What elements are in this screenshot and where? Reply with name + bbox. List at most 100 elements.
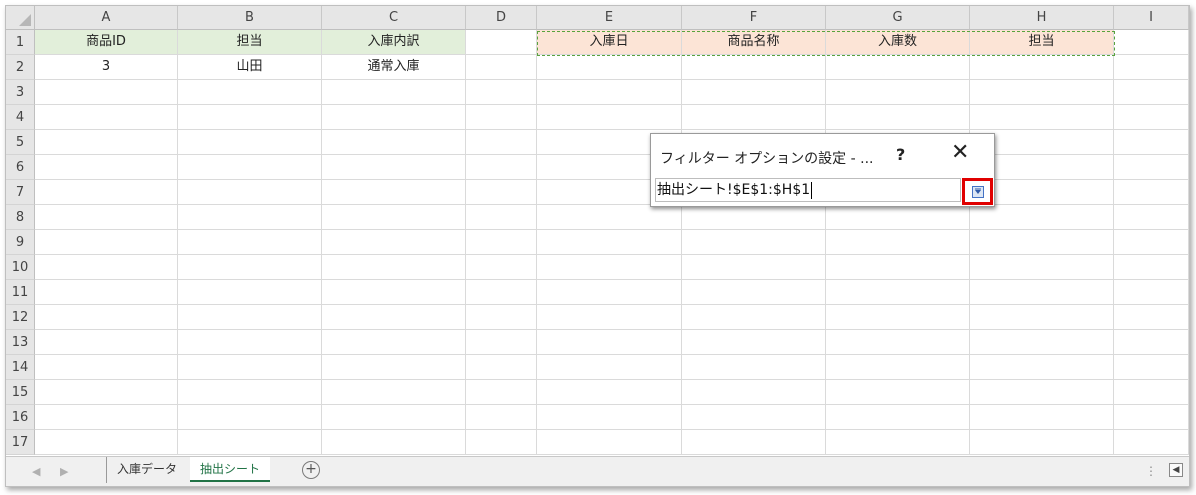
cell-e13[interactable] [537,330,682,355]
cell-g9[interactable] [826,230,970,255]
add-sheet-button[interactable]: + [302,461,320,479]
cell-g17[interactable] [826,430,970,455]
cell-f11[interactable] [682,280,826,305]
row-header-15[interactable]: 15 [6,380,35,405]
cell-e9[interactable] [537,230,682,255]
cell-a8[interactable] [35,205,178,230]
cell-a17[interactable] [35,430,178,455]
row-header-1[interactable]: 1 [6,30,35,55]
cell-i7[interactable] [1114,180,1189,205]
cell-b4[interactable] [178,105,322,130]
cell-i4[interactable] [1114,105,1189,130]
cell-g12[interactable] [826,305,970,330]
cell-d2[interactable] [466,55,537,80]
cell-f10[interactable] [682,255,826,280]
cell-d16[interactable] [466,405,537,430]
cell-d1[interactable] [466,30,537,55]
cell-e1[interactable]: 入庫日 [537,30,682,55]
cell-g14[interactable] [826,355,970,380]
row-header-4[interactable]: 4 [6,105,35,130]
column-header-d[interactable]: D [466,6,537,30]
cell-b6[interactable] [178,155,322,180]
cell-g15[interactable] [826,380,970,405]
column-header-i[interactable]: I [1114,6,1189,30]
cell-a1[interactable]: 商品ID [35,30,178,55]
column-header-g[interactable]: G [826,6,970,30]
cell-a7[interactable] [35,180,178,205]
column-header-h[interactable]: H [970,6,1114,30]
cell-h14[interactable] [970,355,1114,380]
cell-g11[interactable] [826,280,970,305]
cell-a9[interactable] [35,230,178,255]
cell-e11[interactable] [537,280,682,305]
cell-g13[interactable] [826,330,970,355]
cell-f15[interactable] [682,380,826,405]
cell-g2[interactable] [826,55,970,80]
cell-b5[interactable] [178,130,322,155]
cell-c17[interactable] [322,430,466,455]
cell-d12[interactable] [466,305,537,330]
cell-b10[interactable] [178,255,322,280]
cell-b11[interactable] [178,280,322,305]
row-header-14[interactable]: 14 [6,355,35,380]
row-header-2[interactable]: 2 [6,55,35,80]
row-header-16[interactable]: 16 [6,405,35,430]
cell-d9[interactable] [466,230,537,255]
cell-e3[interactable] [537,80,682,105]
cell-i1[interactable] [1114,30,1189,55]
cell-f16[interactable] [682,405,826,430]
column-header-b[interactable]: B [178,6,322,30]
cell-f8[interactable] [682,205,826,230]
next-sheet-arrow-icon[interactable]: ▶ [60,465,68,478]
cell-i14[interactable] [1114,355,1189,380]
cell-c14[interactable] [322,355,466,380]
cell-b16[interactable] [178,405,322,430]
sheet-tab-nyuko-data[interactable]: 入庫データ [106,457,187,483]
cell-a2[interactable]: 3 [35,55,178,80]
cell-h17[interactable] [970,430,1114,455]
cell-c10[interactable] [322,255,466,280]
cell-d8[interactable] [466,205,537,230]
cell-d4[interactable] [466,105,537,130]
cell-a13[interactable] [35,330,178,355]
cell-d11[interactable] [466,280,537,305]
row-header-10[interactable]: 10 [6,255,35,280]
cell-d15[interactable] [466,380,537,405]
cell-e2[interactable] [537,55,682,80]
cell-a5[interactable] [35,130,178,155]
expand-dialog-button[interactable] [962,178,993,205]
column-header-e[interactable]: E [537,6,682,30]
cell-e17[interactable] [537,430,682,455]
cell-h16[interactable] [970,405,1114,430]
cell-i2[interactable] [1114,55,1189,80]
row-header-3[interactable]: 3 [6,80,35,105]
cell-c9[interactable] [322,230,466,255]
cell-d6[interactable] [466,155,537,180]
cell-f17[interactable] [682,430,826,455]
cell-c16[interactable] [322,405,466,430]
cell-b1[interactable]: 担当 [178,30,322,55]
cell-f13[interactable] [682,330,826,355]
cell-h3[interactable] [970,80,1114,105]
cell-i16[interactable] [1114,405,1189,430]
cell-i10[interactable] [1114,255,1189,280]
cell-h12[interactable] [970,305,1114,330]
cell-f9[interactable] [682,230,826,255]
cell-d13[interactable] [466,330,537,355]
cell-b17[interactable] [178,430,322,455]
cell-i8[interactable] [1114,205,1189,230]
cell-d5[interactable] [466,130,537,155]
cell-f3[interactable] [682,80,826,105]
cell-g8[interactable] [826,205,970,230]
cell-i6[interactable] [1114,155,1189,180]
cell-h4[interactable] [970,105,1114,130]
cell-g16[interactable] [826,405,970,430]
cell-h8[interactable] [970,205,1114,230]
cell-g1[interactable]: 入庫数 [826,30,970,55]
cell-a16[interactable] [35,405,178,430]
cell-c3[interactable] [322,80,466,105]
row-header-12[interactable]: 12 [6,305,35,330]
row-header-17[interactable]: 17 [6,430,35,455]
cell-e10[interactable] [537,255,682,280]
cell-c8[interactable] [322,205,466,230]
